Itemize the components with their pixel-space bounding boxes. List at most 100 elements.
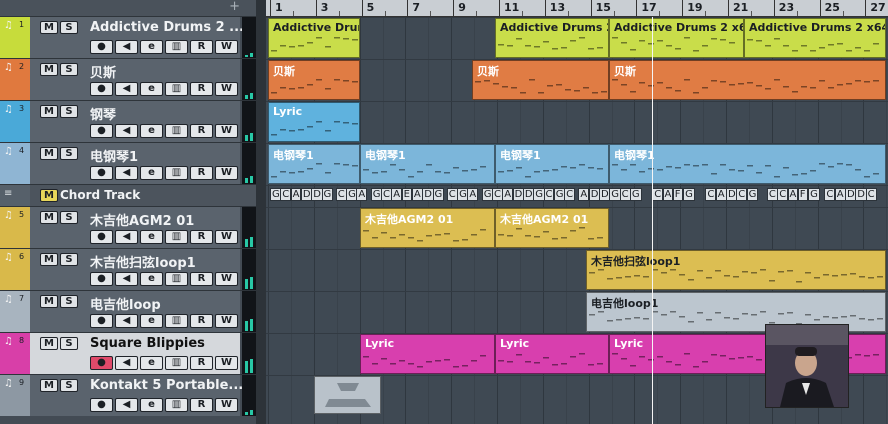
ruler-bar-marker[interactable]: 13 [544, 0, 565, 16]
mute-button[interactable]: M [40, 379, 58, 392]
edit-instrument-button[interactable]: ▥ [165, 398, 188, 412]
edit-channel-button[interactable]: e [140, 314, 163, 328]
monitor-button[interactable]: ◀ [115, 230, 138, 244]
write-automation-button[interactable]: W [215, 82, 238, 96]
midi-part[interactable]: 贝斯 [472, 60, 609, 100]
chord-event[interactable]: A [290, 188, 302, 201]
chord-event[interactable]: G [683, 188, 695, 201]
edit-channel-button[interactable]: e [140, 230, 163, 244]
write-automation-button[interactable]: W [215, 356, 238, 370]
track-row[interactable]: ♫ 7 M S 电吉他loop ● ◀ e ▥ R W [0, 290, 256, 332]
mute-button[interactable]: M [40, 21, 58, 34]
edit-channel-button[interactable]: e [140, 82, 163, 96]
monitor-button[interactable]: ◀ [115, 314, 138, 328]
edit-channel-button[interactable]: e [140, 356, 163, 370]
mute-button[interactable]: M [40, 63, 58, 76]
chord-event[interactable]: F [797, 188, 808, 201]
midi-part[interactable]: 电钢琴1 [268, 144, 360, 184]
track-color-strip[interactable]: ♫ 1 [0, 17, 30, 58]
add-track-button[interactable]: + [229, 0, 240, 14]
monitor-button[interactable]: ◀ [115, 82, 138, 96]
playhead-cursor[interactable] [652, 17, 653, 424]
ruler-bar-marker[interactable]: 5 [361, 0, 374, 16]
track-row[interactable]: ♫ 1 M S Addictive Drums 2 ...01 ● ◀ e ▥ R W [0, 16, 262, 58]
ruler-bar-marker[interactable]: 15 [590, 0, 611, 16]
chord-event[interactable]: G [321, 188, 334, 201]
mute-button[interactable]: M [40, 189, 58, 202]
write-automation-button[interactable]: W [215, 166, 238, 180]
arrange-area[interactable]: Addictive Drums Addictive Drums 2 x6 Addic… [266, 17, 888, 424]
chord-event[interactable]: A [787, 188, 799, 201]
midi-part[interactable]: 电钢琴1 [609, 144, 886, 184]
ruler-bar-marker[interactable]: 27 [865, 0, 886, 16]
solo-button[interactable]: S [60, 379, 78, 392]
read-automation-button[interactable]: R [190, 398, 213, 412]
read-automation-button[interactable]: R [190, 272, 213, 286]
edit-instrument-button[interactable]: ▥ [165, 40, 188, 54]
midi-part[interactable]: Addictive Drums 2 x6 [495, 18, 609, 58]
edit-instrument-button[interactable]: ▥ [165, 166, 188, 180]
write-automation-button[interactable]: W [215, 124, 238, 138]
edit-instrument-button[interactable]: ▥ [165, 356, 188, 370]
track-row[interactable]: ♫ 5 M S 木吉他AGM2 01 ● ◀ e ▥ R W [0, 206, 256, 248]
read-automation-button[interactable]: R [190, 314, 213, 328]
chord-event[interactable]: G [808, 188, 820, 201]
chord-event[interactable]: A [662, 188, 674, 201]
midi-part[interactable]: 贝斯 [268, 60, 360, 100]
record-enable-button[interactable]: ● [90, 230, 113, 244]
monitor-button[interactable]: ◀ [115, 356, 138, 370]
edit-channel-button[interactable]: e [140, 124, 163, 138]
chord-event[interactable]: A [391, 188, 403, 201]
track-row[interactable]: ♫ 6 M S 木吉他扫弦loop1 ● ◀ e ▥ R W [0, 248, 256, 290]
record-enable-button[interactable]: ● [90, 124, 113, 138]
write-automation-button[interactable]: W [215, 398, 238, 412]
edit-instrument-button[interactable]: ▥ [165, 314, 188, 328]
monitor-button[interactable]: ◀ [115, 166, 138, 180]
monitor-button[interactable]: ◀ [115, 272, 138, 286]
ruler-bar-marker[interactable]: 17 [636, 0, 657, 16]
track-row[interactable]: ♫ 2 M S 贝斯 ● ◀ e ▥ R W [0, 58, 256, 100]
track-row[interactable]: ♫ 3 M S 钢琴 ● ◀ e ▥ R W [0, 100, 256, 142]
record-enable-button[interactable]: ● [90, 356, 113, 370]
solo-button[interactable]: S [60, 211, 78, 224]
write-automation-button[interactable]: W [215, 272, 238, 286]
chord-event[interactable]: A [411, 188, 423, 201]
midi-part[interactable]: Lyric [268, 102, 360, 142]
midi-part[interactable] [314, 376, 381, 414]
chord-event[interactable]: E [401, 188, 412, 201]
track-color-strip[interactable]: ♫ 7 [0, 291, 30, 332]
mute-button[interactable]: M [40, 147, 58, 160]
edit-channel-button[interactable]: e [140, 166, 163, 180]
midi-part[interactable]: 木吉他AGM2 01 [495, 208, 609, 248]
ruler-bar-marker[interactable]: 19 [682, 0, 703, 16]
monitor-button[interactable]: ◀ [115, 40, 138, 54]
chord-event[interactable]: C [865, 188, 877, 201]
chord-event[interactable]: C [564, 188, 576, 201]
read-automation-button[interactable]: R [190, 82, 213, 96]
edit-channel-button[interactable]: e [140, 398, 163, 412]
record-enable-button[interactable]: ● [90, 272, 113, 286]
chord-event[interactable]: G [432, 188, 445, 201]
midi-part[interactable]: Lyric [495, 334, 609, 374]
track-color-strip[interactable]: ♫ 4 [0, 143, 30, 184]
track-row[interactable]: ♫ 4 M S 电钢琴1 ● ◀ e ▥ R W [0, 142, 256, 184]
edit-instrument-button[interactable]: ▥ [165, 230, 188, 244]
monitor-button[interactable]: ◀ [115, 398, 138, 412]
chord-event[interactable]: A [502, 188, 514, 201]
write-automation-button[interactable]: W [215, 40, 238, 54]
timeline-ruler[interactable]: 1 3 5 7 9 11 13 15 17 19 21 23 25 27 [266, 0, 888, 17]
chord-event[interactable]: F [672, 188, 683, 201]
track-row[interactable]: ♫ 8 M S Square Blippies ● ◀ e ▥ R W [0, 332, 256, 374]
mute-button[interactable]: M [40, 105, 58, 118]
record-enable-button[interactable]: ● [90, 314, 113, 328]
record-enable-button[interactable]: ● [90, 40, 113, 54]
edit-instrument-button[interactable]: ▥ [165, 124, 188, 138]
track-color-strip[interactable]: ♫ 6 [0, 249, 30, 290]
ruler-bar-marker[interactable]: 3 [315, 0, 328, 16]
mute-button[interactable]: M [40, 253, 58, 266]
monitor-button[interactable]: ◀ [115, 124, 138, 138]
midi-part[interactable]: 贝斯 [609, 60, 886, 100]
ruler-bar-marker[interactable]: 1 [270, 0, 283, 16]
mute-button[interactable]: M [40, 337, 58, 350]
ruler-bar-marker[interactable]: 9 [453, 0, 466, 16]
